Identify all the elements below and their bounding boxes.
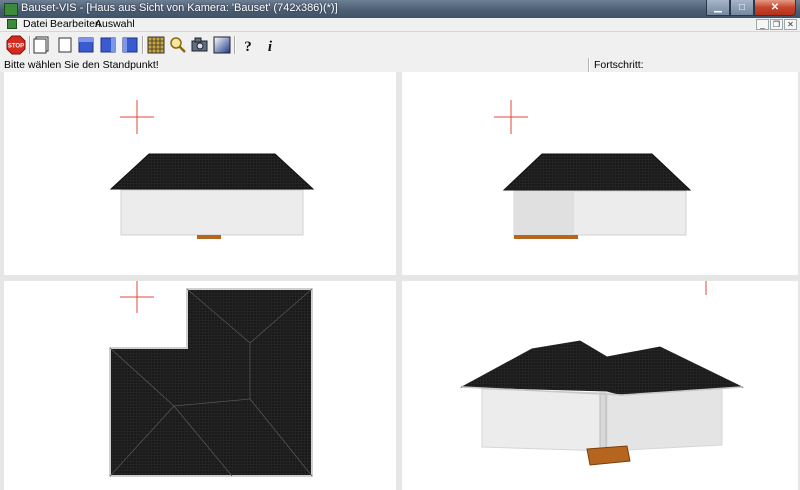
grid-texture-icon [147, 36, 165, 54]
window-outline-icon [58, 37, 72, 53]
perspective-view-drawing [460, 281, 744, 466]
progress-label: Fortschritt: [594, 59, 644, 71]
title-bar: Bauset-VIS - [Haus aus Sicht von Kamera:… [0, 0, 800, 18]
house-wall [120, 189, 304, 236]
crosshair-icon [120, 281, 154, 313]
render-button[interactable] [212, 35, 232, 55]
house-roof [109, 153, 315, 190]
entrance-step [197, 235, 221, 239]
entrance-step [586, 445, 631, 466]
doc-minimize-icon[interactable]: _ [756, 19, 769, 30]
front-view-drawing [109, 100, 315, 239]
house-roof [460, 340, 744, 396]
roof-plan [109, 288, 313, 477]
svg-text:i: i [268, 39, 273, 55]
app-icon [4, 3, 18, 16]
camera-icon [191, 37, 208, 52]
blue-box-icon [78, 37, 94, 53]
view-back-button[interactable] [54, 35, 74, 55]
magnifier-icon [170, 37, 186, 53]
blue-box-icon [122, 37, 138, 53]
view-blue-3-button[interactable] [120, 35, 140, 55]
zoom-button[interactable] [168, 35, 188, 55]
question-icon: ? [244, 39, 252, 55]
maximize-icon[interactable]: □ [730, 0, 754, 16]
help-button[interactable]: ? [238, 35, 258, 55]
crosshair-icon [120, 100, 154, 134]
menu-datei[interactable]: Datei [23, 18, 48, 31]
side-view-drawing [494, 100, 692, 239]
view-blue-1-button[interactable] [76, 35, 96, 55]
toolbar-separator [142, 36, 144, 54]
view-blue-2-button[interactable] [98, 35, 118, 55]
entrance-post [599, 392, 607, 452]
blue-box-icon [100, 37, 116, 53]
stop-button[interactable]: STOP [6, 35, 26, 55]
menu-auswahl[interactable]: Auswahl [95, 18, 135, 31]
minimize-icon[interactable]: ▁ [706, 0, 730, 16]
stop-icon: STOP [6, 35, 26, 55]
viewport-side[interactable] [402, 72, 798, 275]
camera-button[interactable] [190, 35, 210, 55]
status-bar: Bitte wählen Sie den Standpunkt! Fortsch… [0, 58, 800, 73]
house-roof [502, 153, 692, 191]
svg-text:?: ? [244, 39, 252, 55]
window-title: Bauset-VIS - [Haus aus Sicht von Kamera:… [21, 2, 338, 14]
crosshair-icon [494, 100, 528, 134]
window-controls: ▁ □ ✕ [706, 0, 796, 17]
wall-left [481, 388, 608, 452]
toolbar-separator [29, 36, 31, 54]
menu-bar: Datei Bearbeiten Auswahl _ ❐ ✕ [0, 18, 800, 32]
document-icon[interactable] [7, 19, 17, 29]
info-button[interactable]: i [260, 35, 280, 55]
toolbar-separator [234, 36, 236, 54]
wall-shadow [514, 191, 574, 235]
info-icon: i [268, 39, 273, 55]
status-message: Bitte wählen Sie den Standpunkt! [4, 59, 159, 71]
view-front-button[interactable] [32, 35, 52, 55]
viewport-top[interactable] [4, 281, 396, 490]
top-view-drawing [109, 281, 313, 477]
gradient-square-icon [213, 36, 231, 54]
toolbar: STOP ? i [0, 32, 800, 59]
viewport-perspective[interactable] [402, 281, 798, 490]
stop-label: STOP [8, 44, 24, 50]
workspace [0, 72, 800, 490]
document-controls: _ ❐ ✕ [756, 19, 797, 30]
close-icon[interactable]: ✕ [754, 0, 796, 16]
menu-bearbeiten[interactable]: Bearbeiten [50, 18, 101, 31]
material-button[interactable] [146, 35, 166, 55]
doc-close-icon[interactable]: ✕ [784, 19, 797, 30]
wall-right [606, 385, 723, 452]
doc-restore-icon[interactable]: ❐ [770, 19, 783, 30]
status-divider [588, 58, 590, 72]
entrance-step [514, 235, 578, 239]
window-outline-icon [33, 36, 49, 54]
viewport-front[interactable] [4, 72, 396, 275]
